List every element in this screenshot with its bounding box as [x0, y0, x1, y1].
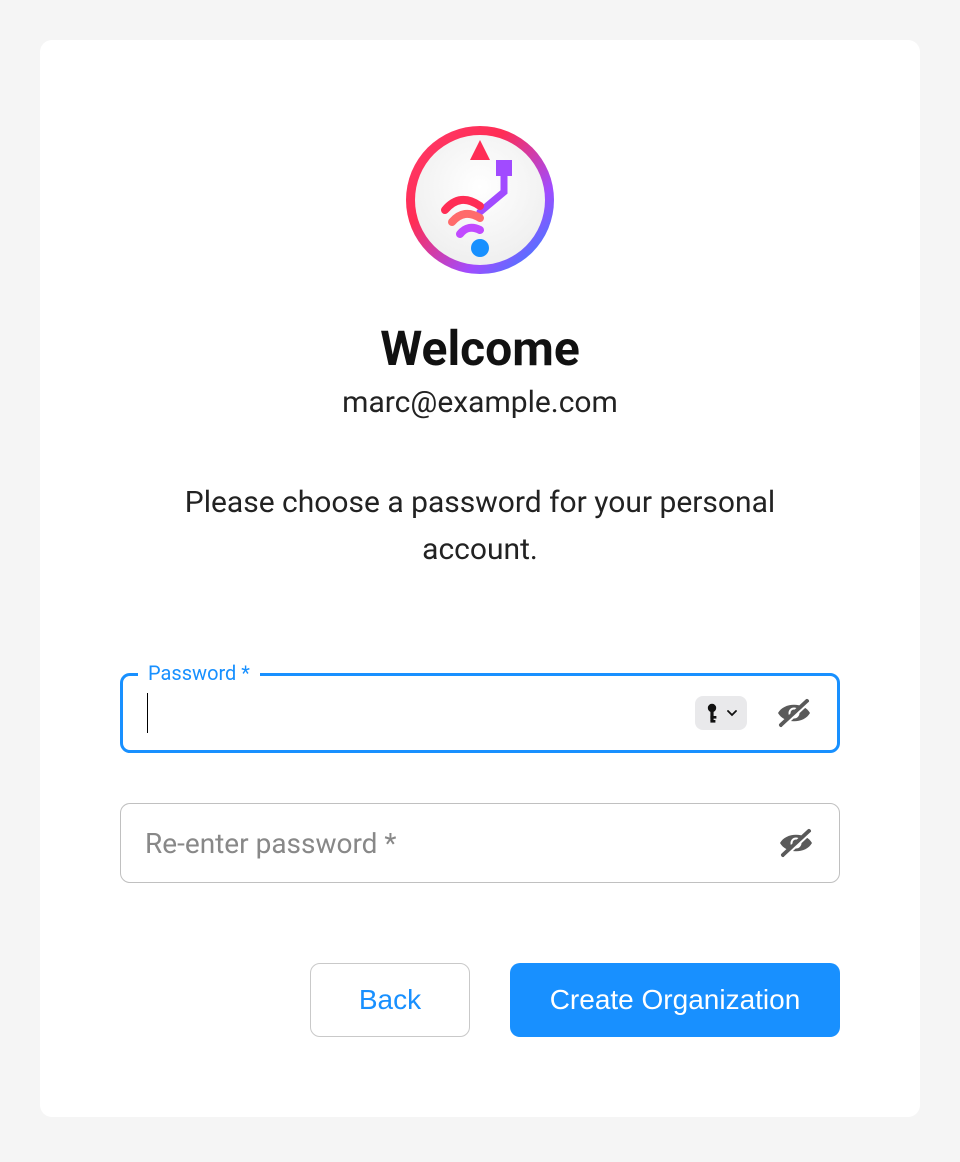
toggle-confirm-password-visibility-icon[interactable]	[777, 827, 815, 859]
app-logo	[400, 120, 560, 280]
toggle-password-visibility-icon[interactable]	[775, 697, 813, 729]
password-field: Password *	[120, 673, 840, 753]
confirm-password-field: Re-enter password *	[120, 803, 840, 883]
user-email: marc@example.com	[342, 385, 618, 420]
instructions-text: Please choose a password for your person…	[140, 480, 820, 573]
create-organization-button[interactable]: Create Organization	[510, 963, 840, 1037]
password-label: Password *	[138, 661, 260, 685]
back-button[interactable]: Back	[310, 963, 470, 1037]
page-title: Welcome	[380, 320, 580, 377]
form-actions: Back Create Organization	[120, 963, 840, 1037]
chevron-down-icon	[727, 708, 737, 718]
password-autofill-icon[interactable]	[695, 696, 747, 730]
signup-card: Welcome marc@example.com Please choose a…	[40, 40, 920, 1117]
